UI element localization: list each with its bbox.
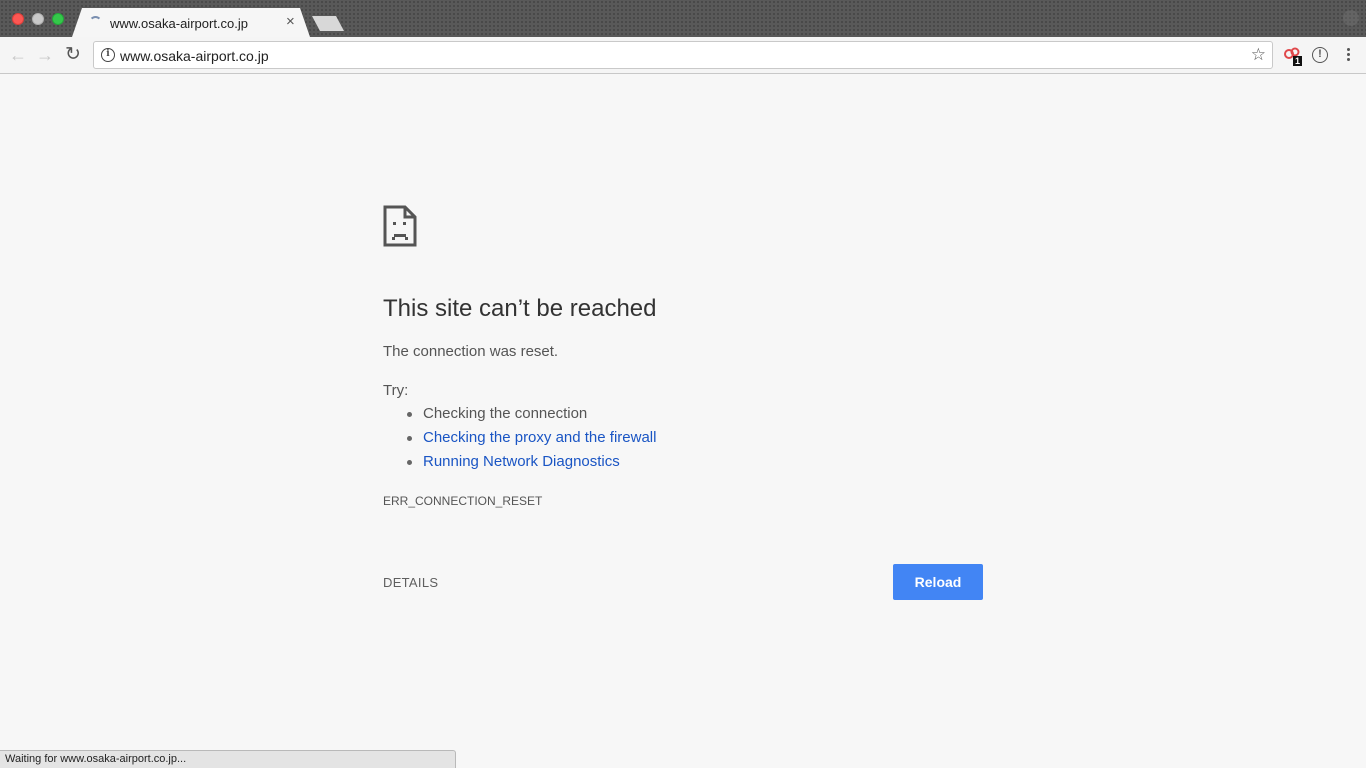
tab-title: www.osaka-airport.co.jp: [110, 16, 248, 31]
browser-toolbar: ← → ↻ i www.osaka-airport.co.jp ☆: [0, 37, 1366, 74]
suggestion-network-diagnostics-link[interactable]: Running Network Diagnostics: [423, 453, 620, 470]
suggestion-item: Running Network Diagnostics: [406, 452, 656, 476]
tab-active[interactable]: www.osaka-airport.co.jp ×: [72, 8, 310, 37]
tab-close-icon[interactable]: ×: [286, 13, 295, 31]
page-content: This site can’t be reached The connectio…: [0, 75, 1366, 768]
alert-icon[interactable]: !: [1312, 47, 1328, 63]
window-minimize-button[interactable]: [32, 13, 44, 25]
extension-button[interactable]: 1: [1283, 47, 1305, 67]
try-label: Try:: [383, 382, 409, 399]
forward-button[interactable]: →: [35, 45, 55, 65]
suggestion-item: Checking the connection: [406, 404, 656, 428]
sad-document-icon: [383, 205, 417, 247]
window-close-button[interactable]: [12, 13, 24, 25]
suggestion-check-proxy-link[interactable]: Checking the proxy and the firewall: [423, 429, 656, 446]
error-code: ERR_CONNECTION_RESET: [383, 494, 543, 508]
title-bar: www.osaka-airport.co.jp ×: [0, 0, 1366, 37]
url-text[interactable]: www.osaka-airport.co.jp: [120, 48, 269, 64]
site-info-icon[interactable]: i: [101, 48, 115, 62]
status-bar: Waiting for www.osaka-airport.co.jp...: [0, 750, 456, 768]
window-maximize-button[interactable]: [52, 13, 64, 25]
back-button[interactable]: ←: [8, 45, 28, 65]
profile-icon[interactable]: [1343, 10, 1359, 26]
loading-spinner-icon: [89, 16, 102, 29]
bookmark-star-icon[interactable]: ☆: [1251, 45, 1266, 65]
reload-button[interactable]: ↻: [63, 45, 83, 65]
error-heading: This site can’t be reached: [383, 295, 657, 322]
details-button[interactable]: DETAILS: [383, 575, 438, 590]
error-description: The connection was reset.: [383, 343, 559, 360]
extension-badge: 1: [1293, 56, 1303, 66]
menu-kebab-icon[interactable]: [1341, 46, 1355, 64]
suggestion-check-connection: Checking the connection: [423, 405, 588, 422]
reload-page-button[interactable]: Reload: [893, 564, 983, 600]
address-bar[interactable]: i www.osaka-airport.co.jp ☆: [93, 41, 1273, 69]
suggestion-item: Checking the proxy and the firewall: [406, 428, 656, 452]
suggestions-list: Checking the connection Checking the pro…: [406, 404, 656, 476]
new-tab-button[interactable]: [312, 16, 344, 31]
